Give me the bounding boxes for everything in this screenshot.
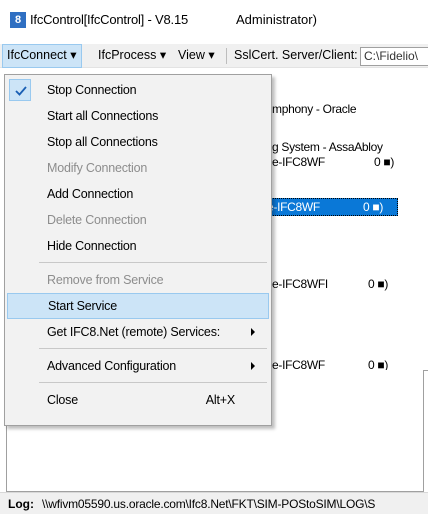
connection-status: 0 ■) bbox=[363, 200, 384, 214]
menu-item-label: Delete Connection bbox=[47, 213, 147, 227]
menu-item-label: Hide Connection bbox=[47, 239, 137, 253]
menu-item-label: Start Service bbox=[48, 299, 117, 313]
log-label: Log: bbox=[8, 497, 34, 511]
menu-item-label: Stop all Connections bbox=[47, 135, 158, 149]
menu-item-modify-connection: Modify Connection bbox=[7, 155, 269, 181]
sslcert-path-input[interactable]: C:\Fidelio\ bbox=[360, 47, 428, 66]
connection-status: 0 ■) bbox=[368, 277, 389, 291]
menu-separator bbox=[226, 48, 227, 64]
menu-item-hide-connection[interactable]: Hide Connection bbox=[7, 233, 269, 259]
menu-item-label: Advanced Configuration bbox=[47, 359, 177, 373]
menu-bar: IfcConnect ▾ IfcProcess ▾ View ▾ SslCert… bbox=[0, 44, 428, 68]
checkmark-icon bbox=[9, 79, 31, 101]
submenu-arrow-icon bbox=[251, 362, 255, 370]
menu-separator bbox=[39, 348, 267, 349]
menu-item-label: Modify Connection bbox=[47, 161, 148, 175]
menu-item-start-all-connections[interactable]: Start all Connections bbox=[7, 103, 269, 129]
menu-item-label: Start all Connections bbox=[47, 109, 159, 123]
menu-item-add-connection[interactable]: Add Connection bbox=[7, 181, 269, 207]
menu-separator bbox=[39, 262, 267, 263]
connection-name[interactable]: e-IFC8WF bbox=[272, 155, 325, 169]
submenu-arrow-icon bbox=[251, 328, 255, 336]
menu-item-advanced-configuration[interactable]: Advanced Configuration bbox=[7, 353, 269, 379]
menu-item-get-remote-services[interactable]: Get IFC8.Net (remote) Services: bbox=[7, 319, 269, 345]
menu-item-close[interactable]: Close Alt+X bbox=[7, 387, 269, 413]
window-title-admin: Administrator) bbox=[236, 12, 317, 27]
menu-separator bbox=[39, 382, 267, 383]
menu-view[interactable]: View ▾ bbox=[174, 44, 219, 68]
sslcert-label: SslCert. Server/Client: bbox=[234, 48, 358, 62]
connection-group-label: mphony - Oracle bbox=[272, 102, 357, 116]
menu-item-label: Close bbox=[47, 393, 78, 407]
app-icon: 8 bbox=[10, 12, 26, 28]
status-bar: Log: \\wfivm05590.us.oracle.com\Ifc8.Net… bbox=[0, 492, 428, 514]
menu-item-delete-connection: Delete Connection bbox=[7, 207, 269, 233]
menu-item-label: Get IFC8.Net (remote) Services: bbox=[47, 325, 221, 339]
connection-status: 0 ■) bbox=[374, 155, 395, 169]
menu-item-stop-connection[interactable]: Stop Connection bbox=[7, 77, 269, 103]
shortcut-label: Alt+X bbox=[205, 393, 235, 407]
connection-selected[interactable]: e-IFC8WF 0 ■) bbox=[267, 198, 398, 216]
title-bar: 8 IfcControl[IfcControl] - V8.15 Adminis… bbox=[0, 0, 428, 38]
window-title: IfcControl[IfcControl] - V8.15 bbox=[30, 12, 189, 27]
menu-item-label: Remove from Service bbox=[47, 273, 164, 287]
menu-ifcprocess[interactable]: IfcProcess ▾ bbox=[94, 44, 170, 68]
ifcconnect-dropdown-menu: Stop Connection Start all Connections St… bbox=[4, 74, 272, 426]
connection-name: e-IFC8WF bbox=[267, 200, 320, 214]
connection-name[interactable]: e-IFC8WFI bbox=[272, 277, 328, 291]
menu-item-label: Add Connection bbox=[47, 187, 134, 201]
log-path[interactable]: \\wfivm05590.us.oracle.com\Ifc8.Net\FKT\… bbox=[42, 497, 375, 511]
connection-group-label: g System - AssaAbloy bbox=[272, 140, 383, 154]
menu-item-stop-all-connections[interactable]: Stop all Connections bbox=[7, 129, 269, 155]
menu-item-start-service[interactable]: Start Service bbox=[7, 293, 269, 319]
menu-item-remove-from-service: Remove from Service bbox=[7, 267, 269, 293]
menu-item-label: Stop Connection bbox=[47, 83, 137, 97]
menu-ifcconnect[interactable]: IfcConnect ▾ bbox=[2, 44, 82, 68]
